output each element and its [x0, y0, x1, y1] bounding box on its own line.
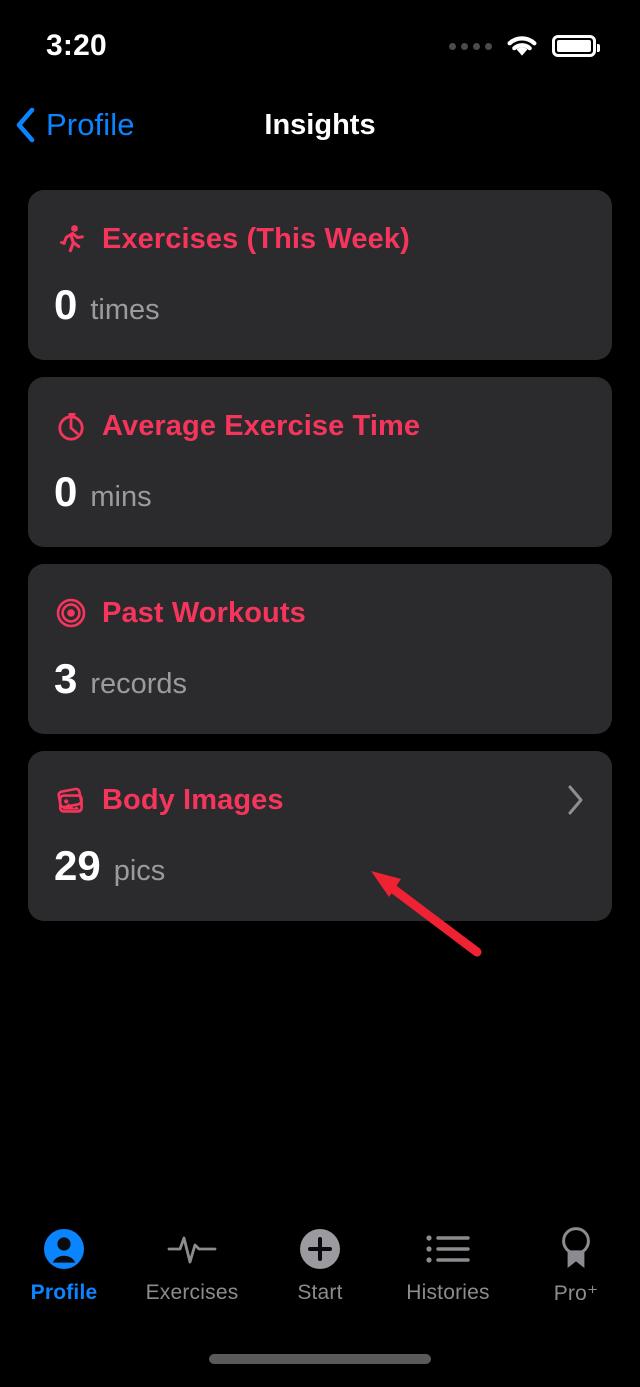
chevron-right-icon[interactable]	[562, 783, 588, 817]
card-value-row: 0 times	[54, 284, 586, 326]
tab-label: Pro⁺	[553, 1282, 599, 1305]
card-header: Average Exercise Time	[54, 405, 586, 447]
card-unit: times	[90, 294, 160, 326]
page-title: Insights	[264, 109, 376, 141]
card-value: 0	[54, 281, 78, 328]
card-value-row: 29 pics	[54, 845, 586, 887]
tab-start[interactable]: Start	[256, 1226, 384, 1305]
tab-exercises[interactable]: Exercises	[128, 1226, 256, 1305]
tab-label: Exercises	[145, 1281, 239, 1304]
status-indicators	[449, 33, 600, 59]
card-value-row: 0 mins	[54, 471, 586, 513]
pulse-waveform-icon	[166, 1226, 218, 1272]
card-title: Average Exercise Time	[102, 409, 421, 442]
card-title: Body Images	[102, 783, 284, 816]
home-indicator	[209, 1354, 431, 1364]
card-average-exercise-time[interactable]: Average Exercise Time 0 mins	[28, 377, 612, 547]
card-header: Body Images	[54, 779, 586, 821]
card-body-images[interactable]: Body Images 29 pics	[28, 751, 612, 921]
card-value-row: 3 records	[54, 658, 586, 700]
target-icon	[54, 596, 88, 630]
list-bullet-icon	[423, 1226, 473, 1272]
running-person-icon	[54, 222, 88, 256]
card-unit: pics	[113, 855, 166, 887]
card-value: 0	[54, 468, 78, 515]
tab-pro[interactable]: Pro⁺	[512, 1226, 640, 1306]
card-exercises-this-week[interactable]: Exercises (This Week) 0 times	[28, 190, 612, 360]
app-screen: 3:20 Profile Insights Exercises (This We…	[0, 0, 640, 1387]
tab-label: Start	[297, 1281, 343, 1304]
card-unit: mins	[90, 481, 152, 513]
tab-histories[interactable]: Histories	[384, 1226, 512, 1305]
stopwatch-icon	[54, 409, 88, 443]
plus-circle-icon	[297, 1226, 343, 1272]
person-circle-icon	[41, 1226, 87, 1272]
battery-full-icon	[552, 35, 600, 57]
photos-icon	[54, 783, 88, 817]
card-unit: records	[90, 668, 188, 700]
status-bar: 3:20	[0, 0, 640, 86]
status-time: 3:20	[46, 29, 107, 62]
signal-dots-icon	[449, 42, 492, 50]
tab-label: Histories	[406, 1281, 490, 1304]
card-header: Exercises (This Week)	[54, 218, 586, 260]
card-past-workouts[interactable]: Past Workouts 3 records	[28, 564, 612, 734]
card-header: Past Workouts	[54, 592, 586, 634]
navigation-bar: Profile Insights	[0, 96, 640, 154]
award-ribbon-icon	[554, 1226, 598, 1272]
tab-bar: Profile Exercises Start Histories Pro⁺	[0, 1220, 640, 1330]
card-title: Exercises (This Week)	[102, 222, 410, 255]
insights-card-list: Exercises (This Week) 0 times Average Ex…	[28, 190, 612, 938]
card-title: Past Workouts	[102, 596, 306, 629]
card-value: 29	[54, 842, 101, 889]
tab-label: Profile	[30, 1281, 98, 1304]
wifi-icon	[507, 36, 537, 56]
tab-profile[interactable]: Profile	[0, 1226, 128, 1305]
card-value: 3	[54, 655, 78, 702]
